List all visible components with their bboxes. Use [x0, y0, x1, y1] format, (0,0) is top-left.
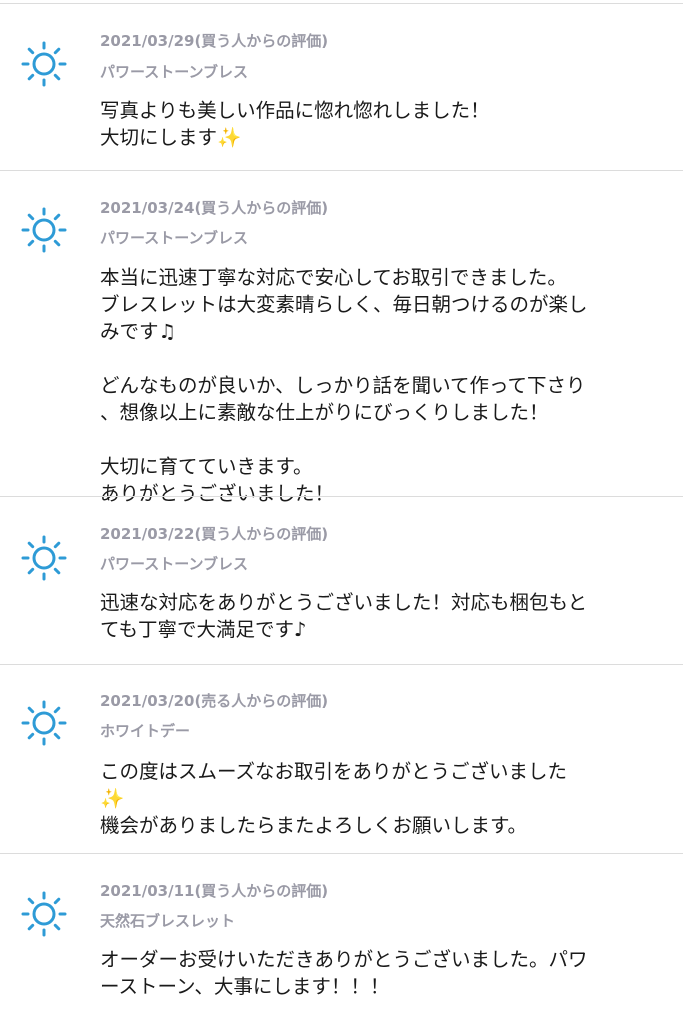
sun-icon: [20, 890, 68, 938]
sparkle-emoji: ✨: [100, 787, 125, 810]
review-comment: 迅速な対応をありがとうございました！対応も梱包もと ても丁寧で大満足です♪: [100, 591, 588, 641]
review-item: 2021/03/29(買う人からの評価) パワーストーンブレス 写真よりも美しい…: [0, 3, 683, 170]
product-name[interactable]: ホワイトデー: [100, 721, 673, 741]
review-date: 2021/03/22(買う人からの評価): [100, 525, 329, 543]
review-item: 2021/03/22(買う人からの評価) パワーストーンブレス 迅速な対応をあり…: [0, 496, 683, 664]
product-name[interactable]: パワーストーンブレス: [100, 228, 673, 248]
sun-icon: [20, 206, 68, 254]
review-date: 2021/03/24(買う人からの評価): [100, 199, 329, 217]
review-item: 2021/03/20(売る人からの評価) ホワイトデー この度はスムーズなお取引…: [0, 664, 683, 853]
sun-icon: [20, 40, 68, 88]
review-comment: オーダーお受けいただきありがとうございました。パワ ーストーン、大事にします！！…: [100, 948, 588, 998]
review-date: 2021/03/11(買う人からの評価): [100, 882, 329, 900]
review-date: 2021/03/29(買う人からの評価): [100, 32, 329, 50]
sun-icon: [20, 699, 68, 747]
product-name[interactable]: パワーストーンブレス: [100, 554, 673, 574]
review-comment: この度はスムーズなお取引をありがとうございました ✨ 機会がありましたらまたよろ…: [100, 760, 568, 837]
sun-icon: [20, 534, 68, 582]
review-comment: 写真よりも美しい作品に惚れ惚れしました！ 大切にします✨: [100, 99, 490, 149]
product-name[interactable]: パワーストーンブレス: [100, 62, 673, 82]
product-name[interactable]: 天然石ブレスレット: [100, 911, 673, 931]
review-comment: 本当に迅速丁寧な対応で安心してお取引できました。 ブレスレットは大変素晴らしく、…: [100, 266, 588, 505]
review-item: 2021/03/24(買う人からの評価) パワーストーンブレス 本当に迅速丁寧な…: [0, 170, 683, 505]
review-date: 2021/03/20(売る人からの評価): [100, 692, 329, 710]
review-item: 2021/03/11(買う人からの評価) 天然石ブレスレット オーダーお受けいた…: [0, 853, 683, 1024]
sparkle-emoji: ✨: [217, 126, 242, 149]
review-list: 2021/03/29(買う人からの評価) パワーストーンブレス 写真よりも美しい…: [0, 0, 683, 1024]
